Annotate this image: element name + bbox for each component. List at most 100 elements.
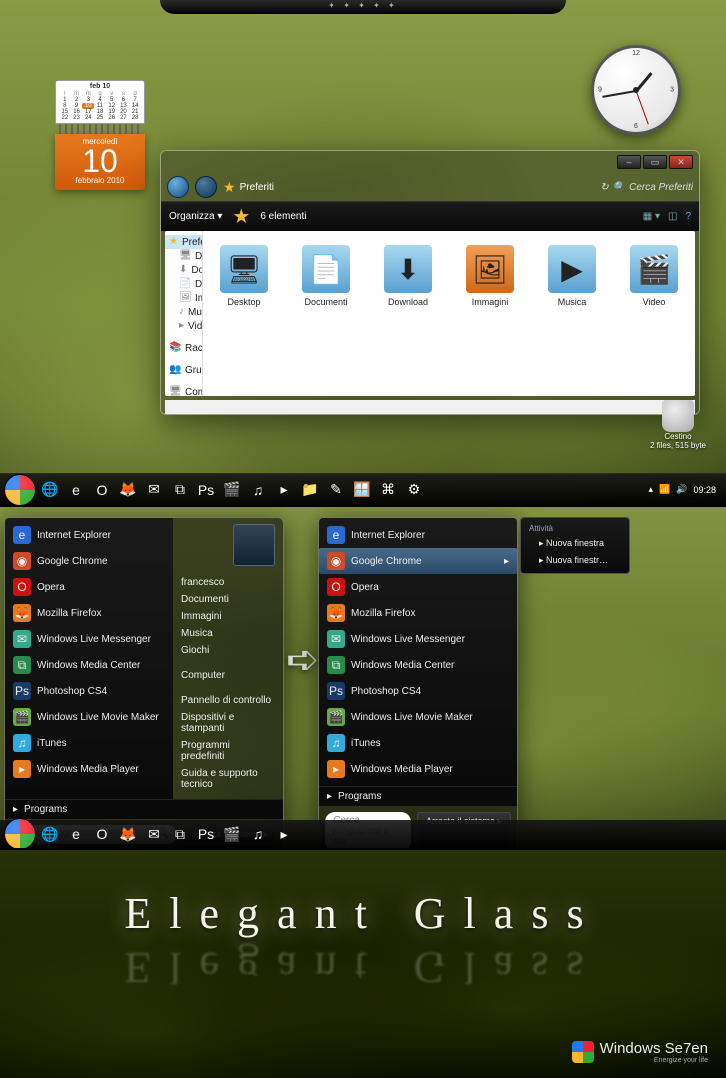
- folder-item[interactable]: 🎬Video: [623, 245, 685, 307]
- maximize-button[interactable]: ▭: [643, 155, 667, 169]
- taskbar-app-icon[interactable]: Ps: [194, 478, 218, 502]
- jumplist-item[interactable]: ▸ Nuova finestra: [521, 535, 629, 552]
- taskbar-app-icon[interactable]: ▸: [272, 822, 296, 846]
- taskbar-app-icon[interactable]: 🪟: [350, 478, 374, 502]
- start-right-item[interactable]: Documenti: [181, 591, 275, 608]
- taskbar-app-icon[interactable]: O: [90, 822, 114, 846]
- taskbar[interactable]: 🌐eO🦊✉⧉Ps🎬♫▸: [0, 820, 726, 848]
- tree-item[interactable]: ▸Video: [165, 319, 202, 333]
- taskbar-app-icon[interactable]: 🦊: [116, 478, 140, 502]
- start-right-item[interactable]: Immagini: [181, 608, 275, 625]
- close-button[interactable]: ✕: [669, 155, 693, 169]
- taskbar-app-icon[interactable]: ✉: [142, 822, 166, 846]
- start-button[interactable]: [4, 818, 36, 848]
- folder-item[interactable]: 🖼Immagini: [459, 245, 521, 307]
- organize-menu[interactable]: Organizza ▾: [169, 211, 222, 222]
- explorer-window[interactable]: – ▭ ✕ ★ Preferiti ↻ 🔍 Cerca Preferiti Or…: [160, 150, 700, 415]
- taskbar-app-icon[interactable]: ▸: [272, 478, 296, 502]
- start-menu-item[interactable]: ♫iTunes: [319, 730, 517, 756]
- tree-item[interactable]: ♪Musica: [165, 305, 202, 319]
- start-menu[interactable]: eInternet Explorer◉Google ChromeOOpera🦊M…: [4, 517, 284, 848]
- system-tray[interactable]: ▴📶🔊09:28: [649, 484, 723, 495]
- taskbar-app-icon[interactable]: ♫: [246, 822, 270, 846]
- taskbar-app-icon[interactable]: 🌐: [38, 478, 62, 502]
- start-menu-item[interactable]: 🎬Windows Live Movie Maker: [319, 704, 517, 730]
- start-menu-item[interactable]: ✉Windows Live Messenger: [5, 626, 173, 652]
- start-button[interactable]: [4, 474, 36, 506]
- tree-item[interactable]: 👥Gruppo home: [165, 363, 202, 377]
- taskbar-app-icon[interactable]: 🎬: [220, 478, 244, 502]
- start-menu-item[interactable]: 🦊Mozilla Firefox: [319, 600, 517, 626]
- start-menu-item[interactable]: ⧉Windows Media Center: [319, 652, 517, 678]
- minimize-button[interactable]: –: [617, 155, 641, 169]
- user-avatar[interactable]: [233, 524, 275, 566]
- folder-item[interactable]: 🖥Desktop: [213, 245, 275, 307]
- calendar-gadget[interactable]: feb 10 lmmgvsd12345678910111213141516171…: [55, 80, 145, 190]
- clock-gadget[interactable]: 12 3 6 9: [591, 45, 681, 135]
- help-icon[interactable]: ?: [685, 211, 691, 222]
- start-menu-item[interactable]: OOpera: [5, 574, 173, 600]
- taskbar-app-icon[interactable]: 🌐: [38, 822, 62, 846]
- folder-item[interactable]: ▶Musica: [541, 245, 603, 307]
- start-right-item[interactable]: francesco: [181, 574, 275, 591]
- jumplist[interactable]: Attività ▸ Nuova finestra▸ Nuova finestr…: [520, 517, 630, 574]
- taskbar-app-icon[interactable]: ✎: [324, 478, 348, 502]
- start-menu-item[interactable]: ▸Windows Media Player: [5, 756, 173, 782]
- taskbar-app-icon[interactable]: ♫: [246, 478, 270, 502]
- taskbar-app-icon[interactable]: 📁: [298, 478, 322, 502]
- start-menu-item[interactable]: eInternet Explorer: [319, 522, 517, 548]
- breadcrumb[interactable]: ★ Preferiti: [223, 179, 274, 196]
- clock-time[interactable]: 09:28: [693, 485, 716, 495]
- start-right-item[interactable]: Programmi predefiniti: [181, 737, 275, 765]
- start-menu-item[interactable]: ◉Google Chrome: [5, 548, 173, 574]
- folder-content[interactable]: 🖥Desktop 📄Documenti ⬇Download 🖼Immagini ▶Mus…: [203, 231, 695, 396]
- tree-item[interactable]: 📄Documenti: [165, 277, 202, 291]
- nav-tree[interactable]: ★Preferiti🖥Desktop⬇Download📄Documenti🖼Im…: [165, 231, 203, 396]
- taskbar-app-icon[interactable]: e: [64, 478, 88, 502]
- start-menu-item[interactable]: 🦊Mozilla Firefox: [5, 600, 173, 626]
- taskbar[interactable]: 🌐eO🦊✉⧉Ps🎬♫▸📁✎🪟⌘⚙ ▴📶🔊09:28: [0, 473, 726, 505]
- taskbar-app-icon[interactable]: e: [64, 822, 88, 846]
- start-menu-item[interactable]: PsPhotoshop CS4: [5, 678, 173, 704]
- taskbar-app-icon[interactable]: ⧉: [168, 822, 192, 846]
- start-menu-item[interactable]: ▸Windows Media Player: [319, 756, 517, 782]
- search-input[interactable]: Cerca Preferiti: [629, 182, 693, 193]
- view-icon[interactable]: ▦ ▾: [643, 211, 660, 222]
- start-right-item[interactable]: Giochi: [181, 642, 275, 659]
- folder-item[interactable]: ⬇Download: [377, 245, 439, 307]
- tree-item[interactable]: ⬇Download: [165, 263, 202, 277]
- start-menu-item[interactable]: eInternet Explorer: [5, 522, 173, 548]
- taskbar-app-icon[interactable]: ✉: [142, 478, 166, 502]
- start-menu-item[interactable]: PsPhotoshop CS4: [319, 678, 517, 704]
- taskbar-app-icon[interactable]: 🦊: [116, 822, 140, 846]
- window-titlebar[interactable]: – ▭ ✕: [161, 151, 699, 173]
- folder-item[interactable]: 📄Documenti: [295, 245, 357, 307]
- start-menu-item[interactable]: ✉Windows Live Messenger: [319, 626, 517, 652]
- tray-icon[interactable]: ▴: [649, 484, 654, 495]
- nav-back-button[interactable]: [167, 176, 189, 198]
- taskbar-app-icon[interactable]: ⚙: [402, 478, 426, 502]
- all-programs[interactable]: ▸ Programs: [319, 786, 517, 806]
- tree-item[interactable]: 🖥Computer: [165, 385, 202, 396]
- tree-item[interactable]: ★Preferiti: [165, 235, 202, 249]
- jumplist-item[interactable]: ▸ Nuova finestr…: [521, 552, 629, 569]
- tree-item[interactable]: 🖥Desktop: [165, 249, 202, 263]
- start-menu-item[interactable]: ⧉Windows Media Center: [5, 652, 173, 678]
- start-right-item[interactable]: Computer: [181, 667, 275, 684]
- start-menu-item[interactable]: OOpera: [319, 574, 517, 600]
- start-right-item[interactable]: Guida e supporto tecnico: [181, 765, 275, 793]
- tray-icon[interactable]: 📶: [659, 484, 670, 495]
- start-menu-hover[interactable]: eInternet Explorer◉Google Chrome▸OOpera🦊…: [318, 517, 518, 848]
- taskbar-app-icon[interactable]: 🎬: [220, 822, 244, 846]
- taskbar-app-icon[interactable]: Ps: [194, 822, 218, 846]
- start-menu-item[interactable]: ◉Google Chrome▸: [319, 548, 517, 574]
- taskbar-app-icon[interactable]: ⌘: [376, 478, 400, 502]
- preview-pane-icon[interactable]: ◫: [668, 211, 677, 222]
- nav-forward-button[interactable]: [195, 176, 217, 198]
- taskbar-app-icon[interactable]: O: [90, 478, 114, 502]
- refresh-icon[interactable]: ↻: [600, 182, 608, 193]
- start-menu-item[interactable]: ♫iTunes: [5, 730, 173, 756]
- tree-item[interactable]: 📚Raccolte: [165, 341, 202, 355]
- taskbar-app-icon[interactable]: ⧉: [168, 478, 192, 502]
- start-right-item[interactable]: Pannello di controllo: [181, 692, 275, 709]
